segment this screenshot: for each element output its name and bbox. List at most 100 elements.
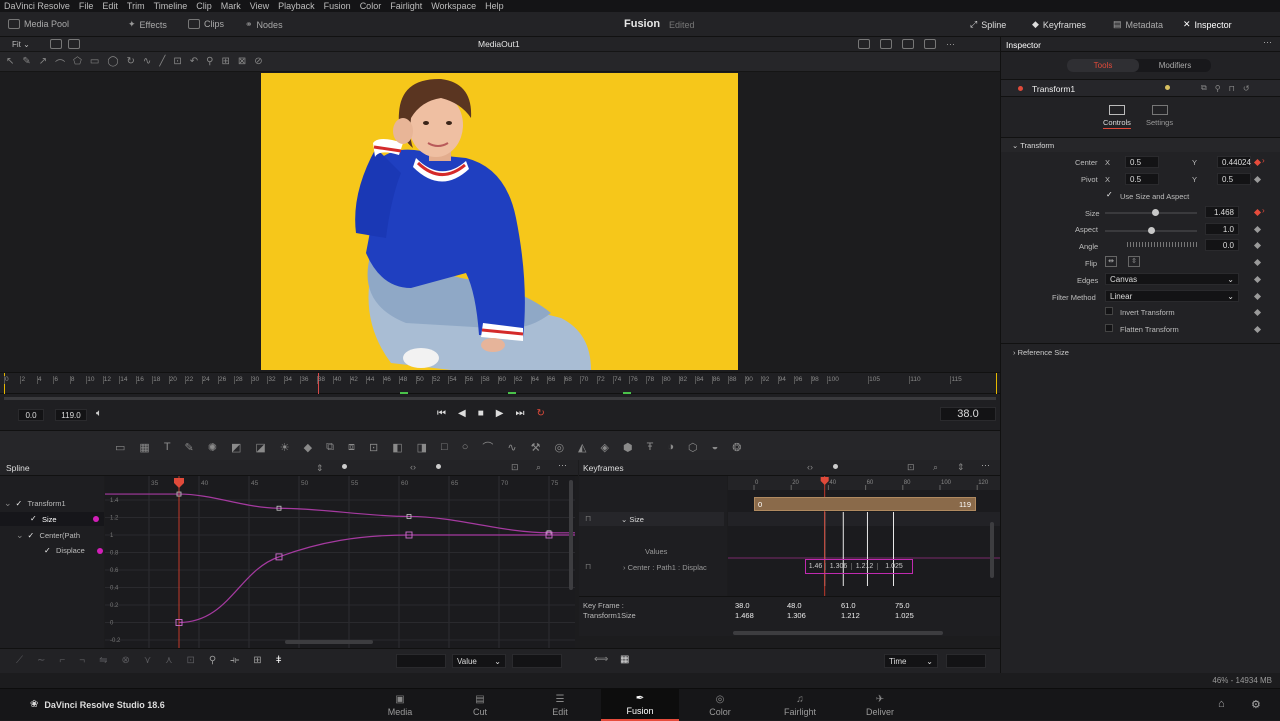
tab-modifiers[interactable]: Modifiers <box>1139 59 1211 72</box>
kf-size-row[interactable]: ⊓ ⌄ Size <box>579 512 724 526</box>
shader-icon[interactable]: ◒ <box>712 441 719 453</box>
settings-tab[interactable]: Settings <box>1146 105 1173 127</box>
keyframes-button[interactable]: ◆ Keyframes <box>1032 19 1086 30</box>
kf-time-field[interactable] <box>946 654 986 668</box>
inspector-button[interactable]: ✕ Inspector <box>1183 19 1232 30</box>
camera-icon[interactable]: ◎ <box>554 441 564 454</box>
spline-value-field[interactable] <box>512 654 562 668</box>
kf-size-3[interactable]: 1.212 <box>841 611 860 620</box>
scrub-bar[interactable] <box>4 397 996 400</box>
polygon-mask-icon[interactable]: ⌒ <box>482 439 493 455</box>
kf-hscroll[interactable] <box>733 631 943 635</box>
page-media[interactable]: ▣ Media <box>361 689 439 721</box>
current-time-field[interactable]: 38.0 <box>940 407 996 421</box>
flatten-checkbox[interactable] <box>1105 324 1113 332</box>
aspect-slider[interactable] <box>1105 227 1197 234</box>
transform-section[interactable]: ⌄ Transform <box>1001 137 1280 152</box>
size-next-icon[interactable]: › <box>1262 206 1265 215</box>
reset-icon[interactable]: ↺ <box>1243 84 1250 93</box>
pick-icon[interactable]: ⚲ <box>209 655 216 666</box>
flip-vertical-icon[interactable]: ⇳ <box>1128 256 1140 267</box>
spline-more-icon[interactable]: ⋯ <box>558 460 567 471</box>
edges-select[interactable]: Canvas ⌄ <box>1105 273 1239 285</box>
kf-values-box[interactable]: 1.46 1.306 1.212 1.025 <box>805 559 913 574</box>
paint-tool-icon[interactable]: ✎ <box>185 441 194 454</box>
merge-icon[interactable]: ⧉ <box>326 441 334 454</box>
rect-icon[interactable]: ▭ <box>90 56 99 71</box>
spline-hscroll[interactable] <box>285 640 373 644</box>
channel-icon[interactable]: ⧈ <box>348 441 355 454</box>
relative-icon[interactable]: ⋏ <box>165 655 172 666</box>
line-icon[interactable]: ╱ <box>159 56 165 71</box>
kf-fit-icon[interactable]: ⊡ <box>907 462 915 473</box>
menu-help[interactable]: Help <box>485 1 504 11</box>
kf-frame-3[interactable]: 61.0 <box>841 601 856 610</box>
matte-icon[interactable]: ◧ <box>392 441 402 454</box>
pivot-keyframe-icon[interactable] <box>1253 175 1262 184</box>
aspect-keyframe-icon[interactable] <box>1253 225 1262 234</box>
kf-timeline[interactable]: 0 20 40 60 80 100 120 0 119 1.46 1.306 1.212 1… <box>728 476 1000 596</box>
display-icon[interactable] <box>68 39 80 49</box>
spline-vscroll[interactable] <box>569 480 573 590</box>
page-edit[interactable]: ☰ Edit <box>521 689 599 721</box>
home-icon[interactable]: ⌂ <box>1218 698 1225 710</box>
mask-icon[interactable]: ◪ <box>255 441 265 454</box>
kf-table-icon[interactable]: ▦ <box>620 654 629 665</box>
sort-icon[interactable]: ⇕ <box>316 463 324 474</box>
spline-time-field[interactable] <box>396 654 446 668</box>
use-size-checkbox[interactable]: ✓ <box>1106 191 1114 199</box>
filter-keyframe-icon[interactable] <box>1253 292 1262 301</box>
kf-vscroll[interactable] <box>990 522 994 578</box>
undo-icon[interactable]: ↶ <box>190 56 198 71</box>
gradient-icon[interactable]: ◩ <box>231 441 241 454</box>
zoom-x-knob[interactable] <box>342 464 347 469</box>
play-reverse-icon[interactable]: ◀ <box>458 408 466 419</box>
blur-icon[interactable]: ◨ <box>417 441 427 454</box>
zoom-fit-select[interactable]: Fit ⌄ <box>12 40 30 49</box>
menu-trim[interactable]: Trim <box>127 1 145 11</box>
angle-field[interactable]: 0.0 <box>1205 239 1239 251</box>
edges-keyframe-icon[interactable] <box>1253 275 1262 284</box>
page-deliver[interactable]: ✈ Deliver <box>841 689 919 721</box>
flip-horizontal-icon[interactable]: ⇹ <box>1105 256 1117 267</box>
pivot-y-field[interactable]: 0.5 <box>1217 173 1251 185</box>
kf-frame-2[interactable]: 48.0 <box>787 601 802 610</box>
kf-zoom-icon[interactable]: ⌕ <box>933 462 938 473</box>
page-fusion[interactable]: ✒ Fusion <box>601 689 679 721</box>
particles-icon[interactable]: ✺ <box>208 441 217 454</box>
pin-icon[interactable]: ⚲ <box>1215 84 1221 93</box>
page-color[interactable]: ◎ Color <box>681 689 759 721</box>
center-keyframe-icon[interactable] <box>1253 158 1262 167</box>
menu-color[interactable]: Color <box>360 1 382 11</box>
zoom-y-knob[interactable] <box>436 464 441 469</box>
value-select[interactable]: Value ⌄ <box>452 654 506 668</box>
select-icon[interactable]: ↗ <box>39 56 47 71</box>
effects-button[interactable]: ✦ Effects <box>128 19 167 30</box>
kf-more-icon[interactable]: ⋯ <box>981 460 990 471</box>
linear-icon[interactable]: ⟋ <box>16 655 23 666</box>
kf-size-1[interactable]: 1.468 <box>735 611 754 620</box>
time-stretch-icon[interactable]: ⟛ <box>230 655 239 666</box>
text-icon[interactable]: T <box>164 441 171 453</box>
tracker-icon[interactable]: ⚒ <box>531 441 541 454</box>
pivot-x-field[interactable]: 0.5 <box>1125 173 1159 185</box>
center-y-field[interactable]: 0.44024 <box>1217 156 1251 168</box>
menu-file[interactable]: File <box>79 1 94 11</box>
filter-select[interactable]: Linear ⌄ <box>1105 290 1239 302</box>
page-cut[interactable]: ▤ Cut <box>441 689 519 721</box>
invert-checkbox[interactable] <box>1105 307 1113 315</box>
shape-icon[interactable]: ◭ <box>578 441 586 454</box>
size-slider-knob[interactable] <box>1152 209 1159 216</box>
merge3d-icon[interactable]: ⬢ <box>623 441 633 454</box>
roi-icon[interactable] <box>858 39 870 49</box>
transform-icon[interactable]: ⊡ <box>369 441 378 454</box>
tree-transform1[interactable]: ⌄ ✓ Transform1 <box>4 498 66 509</box>
menu-edit[interactable]: Edit <box>102 1 118 11</box>
expand-h-icon[interactable]: ‹› <box>410 462 416 472</box>
shape-box-icon[interactable]: ⊞ <box>253 655 261 666</box>
nodes-button[interactable]: ⚭ Nodes <box>245 19 283 30</box>
render3d-icon[interactable]: ⬡ <box>688 441 698 454</box>
background-icon[interactable]: ▭ <box>115 441 125 454</box>
menu-app[interactable]: DaVinci Resolve <box>4 1 70 11</box>
reverse-icon[interactable]: ⇋ <box>99 655 107 666</box>
